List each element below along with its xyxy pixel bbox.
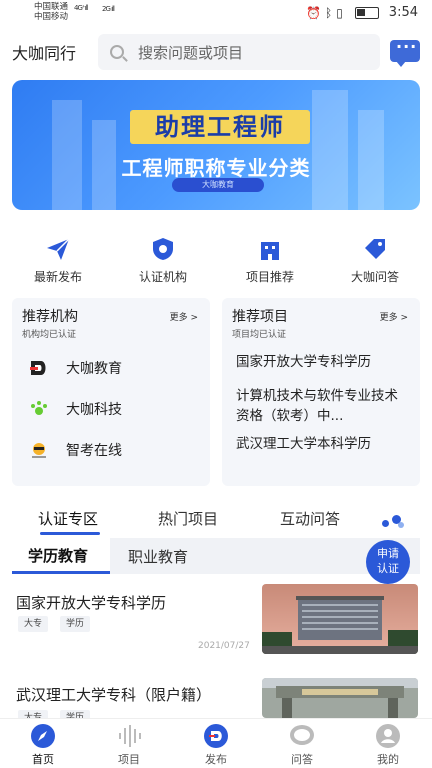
- bottom-nav: 首页 项目 发布 问答 我的: [0, 718, 432, 768]
- quick-nav: 最新发布 认证机构 项目推荐 大咖问答: [0, 232, 432, 292]
- nav-qa[interactable]: 问答: [272, 723, 332, 767]
- banner-pill: 大咖教育: [172, 178, 264, 192]
- signal-2: 2G ıll: [102, 5, 115, 13]
- nav-label: 发布: [205, 753, 227, 766]
- institution-logo: [28, 358, 50, 378]
- panel-title: 推荐机构: [22, 309, 78, 325]
- institution-name: 大咖科技: [66, 402, 122, 418]
- section-tabs: 认证专区 热门项目 互动问答: [0, 504, 432, 535]
- institution-item[interactable]: 大咖教育: [28, 356, 122, 380]
- building-icon: [257, 236, 283, 262]
- nav-label: 首页: [32, 753, 54, 766]
- apply-certification-button[interactable]: 申请 认证: [366, 540, 410, 584]
- article-item[interactable]: 国家开放大学专科学历 大专 学历 2021/07/27: [0, 584, 432, 668]
- carrier-2: 中国移动: [34, 12, 69, 22]
- status-right: ⏰ ᛒ ▯ 3:54: [306, 5, 418, 20]
- project-item[interactable]: 计算机技术与软件专业技术资格（软考）中...: [236, 386, 408, 426]
- quick-latest[interactable]: 最新发布: [13, 232, 103, 285]
- institution-name: 智考在线: [66, 443, 122, 459]
- more-link[interactable]: 更多 >: [170, 310, 198, 323]
- institution-logo: [28, 399, 50, 419]
- shield-icon: [150, 236, 176, 262]
- article-title: 国家开放大学专科学历: [16, 594, 167, 612]
- quick-qa[interactable]: 大咖问答: [330, 232, 420, 285]
- subtab-vocational[interactable]: 职业教育: [128, 546, 188, 567]
- quick-label: 最新发布: [33, 270, 82, 284]
- panel-subtitle: 机构均已认证: [22, 330, 77, 340]
- app-header: 大咖同行 搜索问题或项目: [0, 30, 432, 72]
- search-placeholder: 搜索问题或项目: [138, 43, 244, 62]
- article-item[interactable]: 武汉理工大学专科（限户籍） 大专 学历: [0, 678, 432, 726]
- speech-bubble-icon: [289, 723, 315, 749]
- vibrate-icon: ▯: [336, 5, 343, 20]
- project-item[interactable]: 武汉理工大学本科学历: [236, 434, 408, 454]
- nav-home[interactable]: 首页: [13, 723, 73, 767]
- tab-qa[interactable]: 互动问答: [280, 508, 340, 529]
- banner-subtitle: 工程师职称专业分类: [121, 156, 311, 180]
- panel-title: 推荐项目: [232, 309, 288, 325]
- quick-label: 认证机构: [138, 270, 187, 284]
- publish-icon: [203, 723, 229, 749]
- nav-label: 项目: [118, 753, 140, 766]
- article-date: 2021/07/27: [198, 641, 250, 651]
- promo-banner[interactable]: 助理工程师 工程师职称专业分类 大咖教育: [12, 80, 420, 210]
- project-item[interactable]: 国家开放大学专科学历: [236, 352, 408, 372]
- article-tag: 大专: [18, 616, 49, 632]
- nav-label: 问答: [291, 753, 313, 766]
- nav-projects[interactable]: 项目: [99, 723, 159, 767]
- nav-label: 我的: [377, 753, 399, 766]
- brand-title: 大咖同行: [12, 44, 77, 63]
- article-title: 武汉理工大学专科（限户籍）: [16, 686, 212, 704]
- subtab-academic[interactable]: 学历教育: [12, 538, 110, 574]
- sub-tabs: 学历教育 职业教育: [12, 538, 420, 574]
- apply-line-1: 申请: [377, 547, 399, 560]
- compass-icon: [30, 723, 56, 749]
- user-icon: [375, 723, 401, 749]
- search-icon: [110, 45, 124, 59]
- article-thumbnail: [262, 678, 418, 718]
- article-tag: 学历: [60, 616, 91, 632]
- nav-publish[interactable]: 发布: [186, 723, 246, 767]
- institution-item[interactable]: 智考在线: [28, 438, 122, 462]
- tab-certified[interactable]: 认证专区: [38, 508, 98, 529]
- quick-projects[interactable]: 项目推荐: [225, 232, 315, 285]
- quick-institutions[interactable]: 认证机构: [118, 232, 208, 285]
- bluetooth-icon: ᛒ: [324, 5, 333, 20]
- institution-logo: [28, 440, 50, 460]
- active-tab-indicator: [40, 532, 100, 535]
- recommended-institutions: 推荐机构 机构均已认证 更多 > 大咖教育 大咖科技 智考在线: [12, 298, 210, 486]
- alarm-icon: ⏰: [306, 5, 321, 20]
- panel-subtitle: 项目均已认证: [232, 330, 287, 340]
- recommended-projects: 推荐项目 项目均已认证 更多 > 国家开放大学专科学历 计算机技术与软件专业技术…: [222, 298, 420, 486]
- battery-icon: [354, 6, 379, 19]
- tab-hot-projects[interactable]: 热门项目: [158, 508, 218, 529]
- institution-item[interactable]: 大咖科技: [28, 397, 122, 421]
- paper-plane-icon: [45, 236, 71, 262]
- soundwave-icon: [116, 723, 142, 749]
- carrier-info: 中国联通 中国移动: [34, 2, 68, 22]
- quick-label: 大咖问答: [350, 270, 399, 284]
- status-bar: 中国联通 中国移动 4G⁺ıll 2G ıll ⏰ ᛒ ▯ 3:54: [0, 0, 432, 26]
- institution-name: 大咖教育: [66, 361, 122, 377]
- quick-label: 项目推荐: [245, 270, 294, 284]
- message-icon[interactable]: [390, 37, 420, 67]
- clock: 3:54: [388, 5, 418, 20]
- dots-icon[interactable]: [382, 512, 408, 528]
- article-thumbnail: [262, 584, 418, 654]
- nav-profile[interactable]: 我的: [358, 723, 418, 767]
- signal-1: 4G⁺ıll: [74, 4, 88, 12]
- tag-icon: [362, 236, 388, 262]
- more-link[interactable]: 更多 >: [380, 310, 408, 323]
- apply-line-2: 认证: [377, 562, 399, 575]
- banner-title: 助理工程师: [130, 110, 310, 144]
- carrier-1: 中国联通: [34, 2, 69, 12]
- search-input[interactable]: 搜索问题或项目: [98, 34, 380, 70]
